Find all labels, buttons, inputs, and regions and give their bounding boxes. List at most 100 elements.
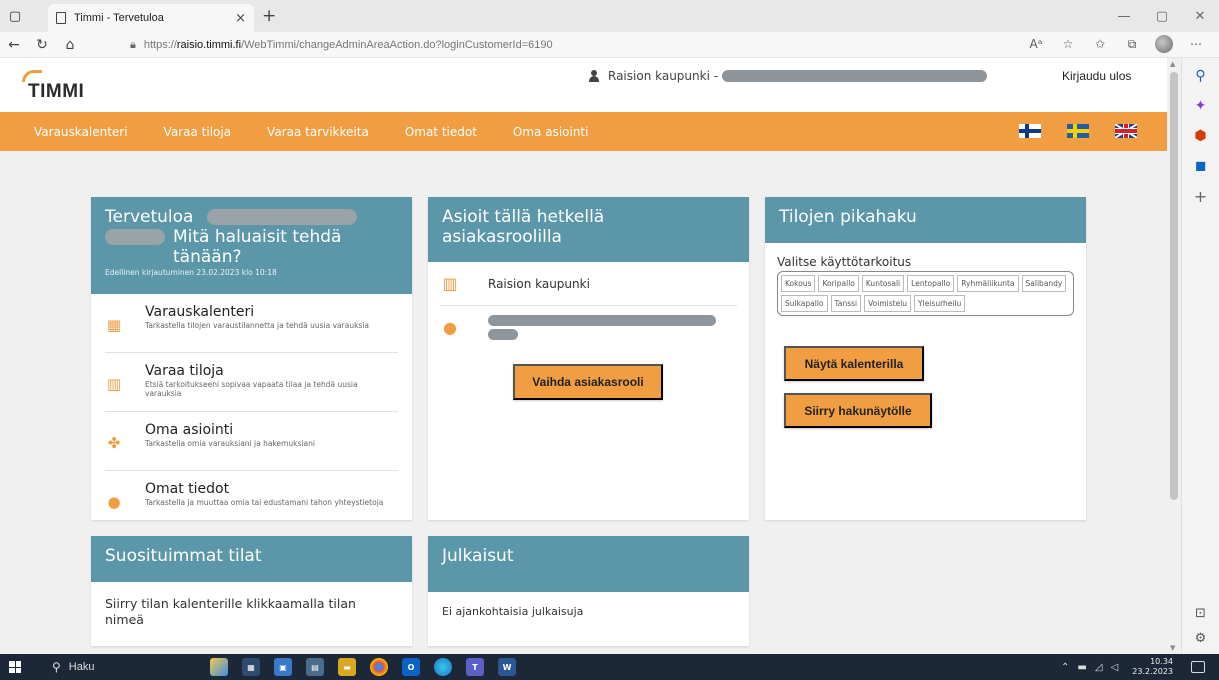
close-window-icon[interactable]: ✕ — [1181, 0, 1219, 32]
go-search-button[interactable]: Siirry hakunäytölle — [784, 393, 932, 428]
url-field[interactable]: 🔒︎ https://raisio.timmi.fi/WebTimmi/chan… — [130, 35, 1000, 55]
back-icon[interactable]: ← — [0, 32, 28, 58]
task-view-icon[interactable]: ▦ — [242, 658, 260, 676]
sidebar-settings-icon[interactable]: ⚙ — [1195, 631, 1207, 646]
purpose-chip[interactable]: Kuntosali — [861, 275, 905, 292]
sidebar-search-icon[interactable]: ⚲ — [1189, 64, 1213, 88]
nav-omat-tiedot[interactable]: Omat tiedot — [405, 125, 477, 139]
finnish-flag-icon[interactable] — [1019, 124, 1041, 138]
new-tab-button[interactable]: + — [262, 6, 276, 26]
purpose-chip[interactable]: Kokous — [781, 275, 816, 292]
tab-actions-icon[interactable]: ▢ — [0, 0, 30, 32]
welcome-title-end: Mitä haluaisit tehdä tänään? — [173, 227, 342, 267]
volume-icon[interactable]: ◁ — [1111, 662, 1119, 673]
logged-in-user: Raision kaupunki - — [588, 67, 988, 85]
purpose-chip[interactable]: Tanssi — [830, 295, 862, 312]
teams-icon[interactable]: T — [466, 658, 484, 676]
web-page: TIMMI Raision kaupunki - Kirjaudu ulos V… — [0, 58, 1167, 654]
publications-card-title: Julkaisut — [442, 546, 514, 566]
taskbar-app-icon[interactable]: ▣ — [274, 658, 292, 676]
tray-chevron-icon[interactable]: ⌃ — [1061, 662, 1069, 673]
sidebar-add-icon[interactable]: + — [1189, 184, 1213, 208]
url-prefix: https:// — [143, 39, 177, 51]
network-icon[interactable]: ◿ — [1095, 662, 1103, 673]
sidebar-copilot-icon[interactable]: ✦ — [1189, 94, 1213, 118]
taskbar-search[interactable]: ⚲ Haku — [30, 654, 200, 680]
menu-item-title: Oma asiointi — [145, 422, 234, 438]
calculator-icon[interactable]: ▤ — [306, 658, 324, 676]
page-icon — [56, 12, 66, 24]
sidebar-office-icon[interactable]: ⬢ — [1189, 124, 1213, 148]
browser-tabbar: ▢ Timmi - Tervetuloa × + — ▢ ✕ — [0, 0, 1219, 32]
welcome-menu: ▦ Varauskalenteri Tarkastella tilojen va… — [91, 294, 412, 530]
nav-varaa-tarvikkeita[interactable]: Varaa tarvikkeita — [267, 125, 369, 139]
swedish-flag-icon[interactable] — [1067, 124, 1089, 138]
purpose-chip-group: Kokous Koripallo Kuntosali Lentopallo Ry… — [777, 271, 1074, 316]
main-navigation: Varauskalenteri Varaa tiloja Varaa tarvi… — [0, 112, 1167, 151]
last-login: Edellinen kirjautuminen 23.02.2023 klo 1… — [105, 268, 277, 277]
read-aloud-icon[interactable]: A͏ᵃ — [1027, 37, 1045, 51]
show-calendar-button[interactable]: Näytä kalenterilla — [784, 346, 924, 381]
profile-avatar[interactable] — [1155, 35, 1173, 53]
browser-tab-active[interactable]: Timmi - Tervetuloa × — [48, 4, 254, 32]
menu-item-desc: Tarkastella ja muuttaa omia tai edustama… — [145, 498, 384, 507]
menu-item-oma-asiointi[interactable]: ✤ Oma asiointi Tarkastella omia varauksi… — [105, 412, 398, 471]
collections-icon[interactable]: ⧉ — [1123, 37, 1141, 52]
logout-link[interactable]: Kirjaudu ulos — [1062, 69, 1131, 83]
nav-varaa-tiloja[interactable]: Varaa tiloja — [164, 125, 232, 139]
purpose-chip[interactable]: Lentopallo — [907, 275, 955, 292]
favorite-star-icon[interactable]: ☆ — [1059, 37, 1077, 51]
scroll-up-icon[interactable]: ▲ — [1170, 60, 1175, 68]
role-card-header: Asioit tällä hetkellä asiakasroolilla — [428, 197, 749, 262]
page-scrollbar[interactable]: ▲ ▼ — [1167, 58, 1181, 654]
edge-icon[interactable] — [434, 658, 452, 676]
purpose-chip[interactable]: Voimistelu — [864, 295, 912, 312]
user-name: Raision kaupunki - — [608, 69, 719, 83]
quick-search-header: Tilojen pikahaku — [765, 197, 1086, 243]
menu-item-title: Omat tiedot — [145, 481, 230, 497]
start-button[interactable] — [0, 654, 30, 680]
taskbar-clock[interactable]: 10.34 23.2.2023 — [1132, 657, 1173, 677]
nav-oma-asiointi[interactable]: Oma asiointi — [513, 125, 589, 139]
purpose-chip[interactable]: Yleisurheilu — [914, 295, 966, 312]
refresh-icon[interactable]: ↻ — [28, 32, 56, 58]
chrome-icon[interactable] — [370, 658, 388, 676]
word-icon[interactable]: W — [498, 658, 516, 676]
taskbar-widget-icon[interactable] — [210, 658, 228, 676]
home-icon[interactable]: ⌂ — [56, 32, 84, 58]
file-explorer-icon[interactable]: ▬ — [338, 658, 356, 676]
timmi-logo[interactable]: TIMMI — [22, 66, 102, 106]
sidebar-outlook-icon[interactable]: ◼ — [1189, 154, 1213, 178]
english-flag-icon[interactable] — [1115, 124, 1137, 138]
language-selector — [1019, 124, 1137, 138]
change-role-button[interactable]: Vaihda asiakasrooli — [513, 364, 663, 400]
sidebar-layout-icon[interactable]: ⊡ — [1195, 606, 1206, 621]
welcome-card: Tervetuloa Mitä haluaisit tehdä tänään? … — [91, 197, 412, 520]
menu-item-varauskalenteri[interactable]: ▦ Varauskalenteri Tarkastella tilojen va… — [105, 294, 398, 353]
purpose-chip[interactable]: Ryhmäliikunta — [957, 275, 1019, 292]
popular-card-text: Siirry tilan kalenterille klikkaamalla t… — [105, 596, 356, 627]
tab-close-icon[interactable]: × — [235, 11, 246, 26]
popular-card-header: Suosituimmat tilat — [91, 536, 412, 582]
purpose-chip[interactable]: Koripallo — [818, 275, 859, 292]
favorites-list-icon[interactable]: ✩ — [1091, 37, 1109, 51]
menu-item-varaa-tiloja[interactable]: ▥ Varaa tiloja Etsiä tarkoitukseeni sopi… — [105, 353, 398, 412]
nav-varauskalenteri[interactable]: Varauskalenteri — [34, 125, 128, 139]
notification-icon[interactable] — [1191, 661, 1205, 673]
more-menu-icon[interactable]: ⋯ — [1187, 37, 1205, 51]
browser-addressbar: ← ↻ ⌂ 🔒︎ https://raisio.timmi.fi/WebTimm… — [0, 32, 1219, 58]
menu-item-omat-tiedot[interactable]: ● Omat tiedot Tarkastella ja muuttaa omi… — [105, 471, 398, 530]
outlook-icon[interactable]: O — [402, 658, 420, 676]
scrollbar-thumb[interactable] — [1170, 72, 1178, 500]
purpose-chip[interactable]: Salibandy — [1021, 275, 1067, 292]
menu-item-desc: Tarkastella tilojen varaustilannetta ja … — [145, 321, 370, 330]
window-controls: — ▢ ✕ — [1105, 0, 1219, 32]
menu-item-title: Varauskalenteri — [145, 304, 255, 320]
battery-icon[interactable]: ▬ — [1077, 662, 1086, 673]
calendar-icon: ▦ — [106, 316, 122, 334]
purpose-chip[interactable]: Sulkapallo — [781, 295, 828, 312]
scroll-down-icon[interactable]: ▼ — [1170, 644, 1175, 652]
minimize-icon[interactable]: — — [1105, 0, 1143, 32]
lock-icon[interactable]: 🔒︎ — [130, 39, 136, 52]
restore-icon[interactable]: ▢ — [1143, 0, 1181, 32]
